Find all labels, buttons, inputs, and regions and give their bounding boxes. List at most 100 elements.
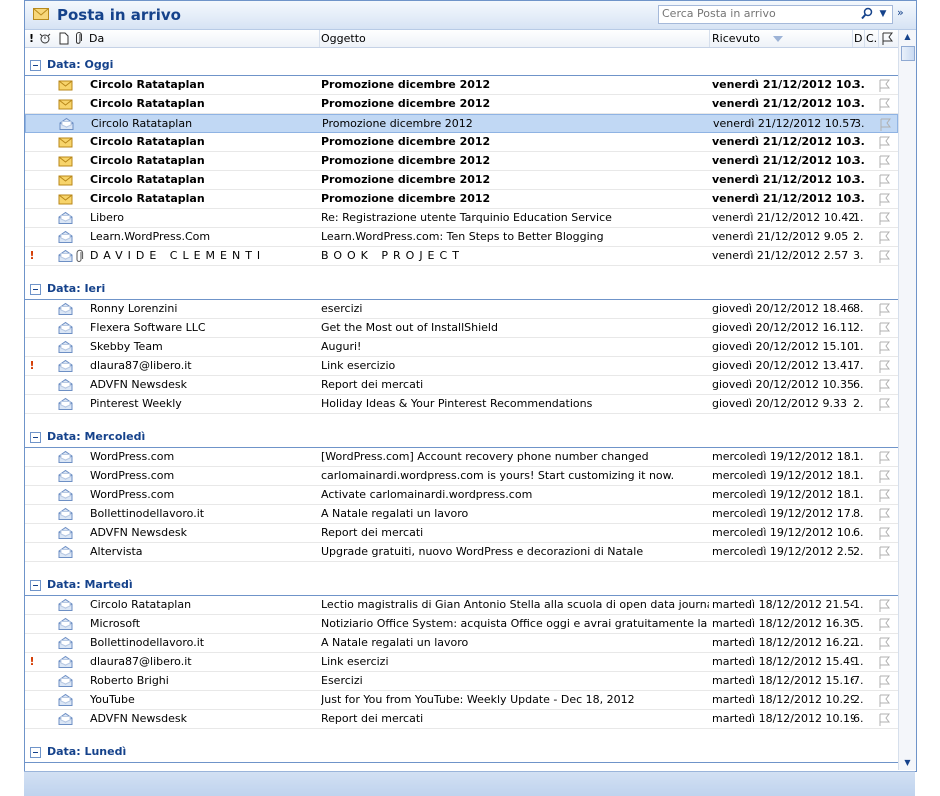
group-header[interactable]: Data: Oggi (25, 56, 898, 76)
message-row[interactable]: Circolo Ratataplan Promozione dicembre 20… (25, 133, 898, 152)
importance-column-icon[interactable]: ! (29, 32, 35, 45)
group-header[interactable]: Data: Martedì (25, 576, 898, 596)
column-dimension[interactable]: D (853, 30, 865, 47)
message-row[interactable]: Circolo Ratataplan Promozione dicembre 20… (25, 76, 898, 95)
message-row[interactable]: WordPress.com [WordPress.com] Account rec… (25, 448, 898, 467)
flag-icon[interactable] (877, 598, 891, 612)
read-envelope-icon (58, 617, 73, 631)
collapse-group-icon[interactable] (30, 580, 41, 591)
flag-icon[interactable] (877, 78, 891, 92)
message-row[interactable]: Bollettinodellavoro.it A Natale regalati … (25, 634, 898, 653)
message-row[interactable]: Circolo Ratataplan Lectio magistralis di … (25, 596, 898, 615)
flag-icon[interactable] (877, 693, 891, 707)
search-box[interactable]: ▼ (658, 5, 893, 24)
flag-icon[interactable] (877, 526, 891, 540)
flag-icon[interactable] (877, 97, 891, 111)
message-row[interactable]: Circolo Ratataplan Promozione dicembre 20… (25, 95, 898, 114)
flag-icon[interactable] (877, 359, 891, 373)
message-received: martedì 18/12/2012 10.29 (712, 693, 854, 706)
flag-icon[interactable] (877, 211, 891, 225)
message-received: venerdì 21/12/2012 10.57 (712, 97, 854, 110)
message-row[interactable]: Microsoft Notiziario Office System: acqui… (25, 615, 898, 634)
scroll-down-icon[interactable]: ▼ (900, 756, 915, 770)
search-options-dropdown-icon[interactable]: ▼ (877, 7, 889, 21)
flag-icon[interactable] (877, 488, 891, 502)
flag-icon[interactable] (877, 655, 891, 669)
message-row[interactable]: YouTube Just for You from YouTube: Weekly… (25, 691, 898, 710)
flag-icon[interactable] (877, 321, 891, 335)
expand-search-chevron-icon[interactable]: » (897, 6, 904, 19)
flag-icon[interactable] (877, 378, 891, 392)
message-row[interactable]: WordPress.com Activate carlomainardi.word… (25, 486, 898, 505)
message-subject: Promozione dicembre 2012 (322, 117, 473, 130)
scroll-up-icon[interactable]: ▲ (900, 30, 915, 44)
message-row[interactable]: ADVFN Newsdesk Report dei mercati mercoled… (25, 524, 898, 543)
flag-icon[interactable] (877, 507, 891, 521)
flag-icon[interactable] (877, 636, 891, 650)
message-received: martedì 18/12/2012 16.30 (712, 617, 854, 630)
message-row[interactable]: Learn.WordPress.Com Learn.WordPress.com: … (25, 228, 898, 247)
flag-icon[interactable] (877, 469, 891, 483)
column-category[interactable]: C. (865, 30, 879, 47)
reminder-column-icon[interactable] (39, 32, 51, 45)
message-row[interactable]: Circolo Ratataplan Promozione dicembre 20… (25, 171, 898, 190)
search-input[interactable] (659, 6, 852, 21)
column-subject[interactable]: Oggetto (318, 30, 710, 47)
read-envelope-icon (58, 598, 73, 612)
flag-icon[interactable] (877, 450, 891, 464)
column-from[interactable]: Da (86, 30, 320, 47)
message-row[interactable]: Ronny Lorenzini esercizi giovedì 20/12/201… (25, 300, 898, 319)
group-header[interactable]: Data: Ieri (25, 280, 898, 300)
message-row[interactable]: Pinterest Weekly Holiday Ideas & Your Pin… (25, 395, 898, 414)
flag-icon[interactable] (878, 117, 892, 131)
flag-icon[interactable] (877, 302, 891, 316)
message-row[interactable]: ! dlaura87@libero.it Link esercizi martedì … (25, 653, 898, 672)
message-row[interactable]: ! DAVIDE CLEMENTI BOOK PROJECT venerdì 21/1… (25, 247, 898, 266)
message-row[interactable]: Bollettinodellavoro.it A Natale regalati … (25, 505, 898, 524)
column-received[interactable]: Ricevuto (709, 30, 853, 47)
message-row[interactable]: ! dlaura87@libero.it Link esercizio giovedì… (25, 357, 898, 376)
message-subject: A Natale regalati un lavoro (321, 636, 469, 649)
message-row[interactable]: Altervista Upgrade gratuiti, nuovo WordPr… (25, 543, 898, 562)
flag-icon[interactable] (877, 397, 891, 411)
flag-icon[interactable] (877, 173, 891, 187)
flag-icon[interactable] (877, 192, 891, 206)
message-row[interactable]: Flexera Software LLC Get the Most out of … (25, 319, 898, 338)
flag-icon[interactable] (877, 340, 891, 354)
group-header[interactable]: Data: Lunedì (25, 743, 898, 763)
collapse-group-icon[interactable] (30, 747, 41, 758)
message-row[interactable]: Circolo Ratataplan Promozione dicembre 20… (25, 114, 898, 133)
search-icon[interactable] (859, 7, 875, 21)
flag-icon[interactable] (877, 230, 891, 244)
icon-column-icon[interactable] (59, 32, 69, 45)
flag-icon[interactable] (877, 154, 891, 168)
collapse-group-icon[interactable] (30, 432, 41, 443)
collapse-group-icon[interactable] (30, 284, 41, 295)
message-subject: Promozione dicembre 2012 (321, 97, 491, 110)
message-row[interactable]: ADVFN Newsdesk Report dei mercati giovedì … (25, 376, 898, 395)
flag-icon[interactable] (877, 135, 891, 149)
flag-icon[interactable] (877, 545, 891, 559)
message-row[interactable]: Skebby Team Auguri! giovedì 20/12/2012 15.… (25, 338, 898, 357)
message-row[interactable]: Circolo Ratataplan Promozione dicembre 20… (25, 190, 898, 209)
flag-column-icon[interactable] (881, 32, 893, 45)
read-envelope-icon (58, 526, 73, 540)
scrollbar-thumb[interactable] (901, 46, 915, 61)
flag-icon[interactable] (877, 617, 891, 631)
message-row[interactable]: Libero Re: Registrazione utente Tarquinio… (25, 209, 898, 228)
message-subject: Promozione dicembre 2012 (321, 154, 491, 167)
message-size: 3. (853, 192, 865, 205)
flag-icon[interactable] (877, 249, 891, 263)
message-row[interactable]: Circolo Ratataplan Promozione dicembre 20… (25, 152, 898, 171)
message-row[interactable]: Roberto Brighi Esercizi martedì 18/12/2012… (25, 672, 898, 691)
attachment-column-icon[interactable] (75, 32, 83, 45)
flag-icon[interactable] (877, 674, 891, 688)
collapse-group-icon[interactable] (30, 60, 41, 71)
vertical-scrollbar[interactable]: ▲ ▼ (898, 30, 916, 770)
message-sender: ADVFN Newsdesk (90, 378, 187, 391)
flag-icon[interactable] (877, 712, 891, 726)
message-row[interactable]: WordPress.com carlomainardi.wordpress.com… (25, 467, 898, 486)
message-row[interactable]: ADVFN Newsdesk Report dei mercati martedì … (25, 710, 898, 729)
group-header[interactable]: Data: Mercoledì (25, 428, 898, 448)
message-received: venerdì 21/12/2012 10.57 (712, 135, 854, 148)
